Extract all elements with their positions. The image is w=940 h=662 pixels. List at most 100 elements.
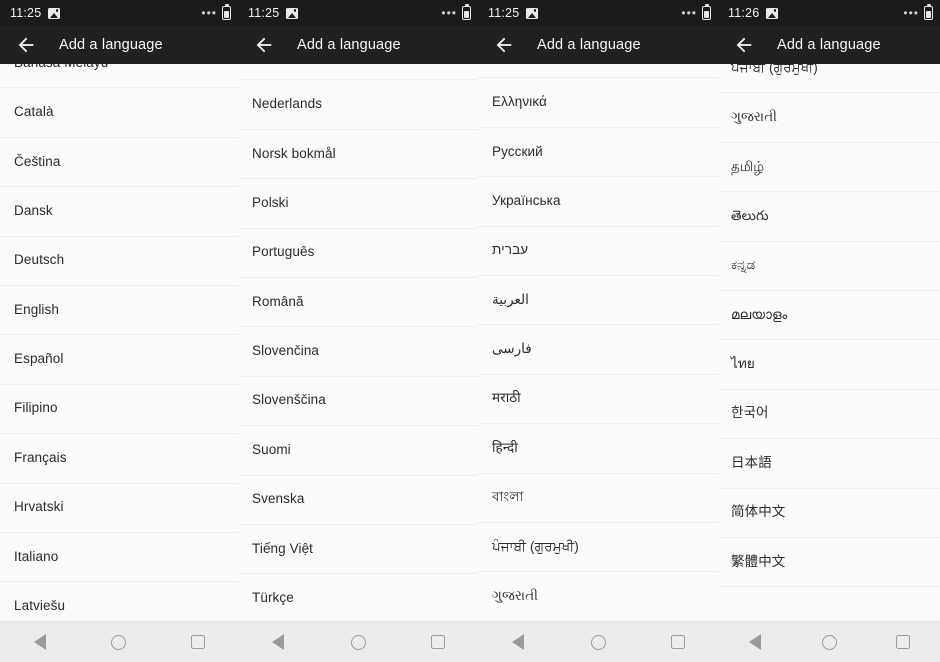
back-arrow-icon[interactable] bbox=[14, 33, 38, 57]
language-name: ਪੰਜਾਬੀ (ਗੁਰਮੁਖੀ) bbox=[492, 538, 579, 554]
language-list-item[interactable]: Français bbox=[0, 434, 238, 484]
language-list-item[interactable]: English bbox=[0, 285, 238, 336]
language-list-item[interactable]: Suomi bbox=[238, 426, 478, 476]
language-list-item[interactable]: 繁體中文 bbox=[718, 537, 940, 588]
nav-home-icon[interactable] bbox=[577, 625, 619, 659]
language-list-viewport[interactable]: Bahasa Melayu Català Čeština Dansk Deutsch En… bbox=[0, 64, 238, 621]
nav-back-icon[interactable] bbox=[257, 625, 299, 659]
image-icon bbox=[766, 7, 779, 19]
more-dots-icon: ••• bbox=[903, 6, 919, 20]
page-title: Add a language bbox=[537, 37, 641, 53]
language-name: Español bbox=[14, 351, 64, 367]
nav-recents-icon[interactable] bbox=[177, 625, 219, 659]
language-list-item[interactable]: Română bbox=[238, 277, 478, 328]
language-list-item[interactable]: Magyar bbox=[238, 64, 478, 81]
status-bar: 11:25 ••• bbox=[238, 0, 478, 26]
language-list-item[interactable]: ไทย bbox=[718, 340, 940, 390]
language-list-item[interactable]: Tiếng Việt bbox=[238, 524, 478, 575]
language-list-item[interactable]: Русский bbox=[478, 127, 718, 178]
language-list-viewport[interactable]: Türkçe Ελληνικά Русский Українська עברית العر… bbox=[478, 64, 718, 621]
language-name: తెలుగు bbox=[731, 207, 769, 223]
language-list-item[interactable]: Polski bbox=[238, 179, 478, 229]
nav-back-icon[interactable] bbox=[734, 625, 776, 659]
language-name: Ελληνικά bbox=[492, 94, 547, 110]
language-list-item[interactable]: Hrvatski bbox=[0, 483, 238, 533]
status-bar-clock: 11:26 bbox=[728, 6, 760, 20]
language-list-item[interactable]: Català bbox=[0, 88, 238, 138]
nav-back-icon[interactable] bbox=[497, 625, 539, 659]
language-list-item[interactable]: Українська bbox=[478, 177, 718, 227]
language-name: Français bbox=[14, 449, 67, 465]
language-list-item[interactable]: العربية bbox=[478, 275, 718, 326]
system-navigation-bar bbox=[718, 621, 940, 662]
nav-home-icon[interactable] bbox=[98, 625, 140, 659]
nav-recents-icon[interactable] bbox=[882, 625, 924, 659]
app-toolbar: Add a language bbox=[478, 26, 718, 64]
nav-recents-icon[interactable] bbox=[657, 625, 699, 659]
back-arrow-icon[interactable] bbox=[732, 33, 756, 57]
battery-icon bbox=[222, 6, 231, 20]
back-arrow-icon[interactable] bbox=[492, 33, 516, 57]
language-list-item[interactable]: Filipino bbox=[0, 384, 238, 435]
language-list-item[interactable]: Italiano bbox=[0, 532, 238, 583]
language-list-item[interactable]: Türkçe bbox=[238, 574, 478, 621]
language-list-item[interactable]: తెలుగు bbox=[718, 192, 940, 242]
language-list: ਪੰਜਾਬੀ (ਗੁਰਮੁਖੀ) ગુજરાતી தமிழ் తెలుగు ಕನ್ನಡ മ… bbox=[718, 64, 940, 588]
language-list-item[interactable]: Deutsch bbox=[0, 236, 238, 286]
language-list: Türkçe Ελληνικά Русский Українська עברית العر… bbox=[478, 64, 718, 621]
language-list-item[interactable]: Bahasa Melayu bbox=[0, 64, 238, 89]
battery-icon bbox=[462, 6, 471, 20]
back-arrow-icon[interactable] bbox=[252, 33, 276, 57]
language-list-item[interactable]: Slovenščina bbox=[238, 376, 478, 427]
language-list-item[interactable]: Norsk bokmål bbox=[238, 129, 478, 180]
language-list-item[interactable]: Latviešu bbox=[0, 582, 238, 621]
language-list-item[interactable]: Svenska bbox=[238, 475, 478, 525]
nav-home-glyph bbox=[111, 634, 127, 650]
language-list-item[interactable]: Nederlands bbox=[238, 80, 478, 130]
language-list-viewport[interactable]: Magyar Nederlands Norsk bokmål Polski Portug… bbox=[238, 64, 478, 621]
language-list-item[interactable]: ਪੰਜਾਬੀ (ਗੁਰਮੁਖੀ) bbox=[478, 522, 718, 573]
nav-home-glyph bbox=[821, 634, 837, 650]
language-list-item[interactable]: മലയാളം bbox=[718, 290, 940, 341]
language-list-item[interactable]: 日本語 bbox=[718, 439, 940, 489]
language-list-item[interactable]: Português bbox=[238, 228, 478, 278]
language-list: Bahasa Melayu Català Čeština Dansk Deutsch En… bbox=[0, 64, 238, 621]
nav-back-glyph bbox=[33, 634, 46, 650]
language-name: 简体中文 bbox=[731, 504, 786, 520]
language-name: Svenska bbox=[252, 491, 305, 507]
language-name: ಕನ್ನಡ bbox=[731, 257, 756, 273]
language-list-item[interactable]: मराठी bbox=[478, 374, 718, 425]
nav-recents-icon[interactable] bbox=[417, 625, 459, 659]
language-name: हिन्दी bbox=[492, 439, 518, 455]
language-name: English bbox=[14, 301, 59, 317]
page-title: Add a language bbox=[777, 37, 881, 53]
language-list-item[interactable]: Ελληνικά bbox=[478, 78, 718, 128]
phone-screenshot-3: 11:25 ••• Add a language Türkçe Ελληνικά Русс… bbox=[478, 0, 718, 662]
language-list-item[interactable]: עברית bbox=[478, 226, 718, 276]
language-list-item[interactable]: 한국어 bbox=[718, 389, 940, 440]
nav-home-icon[interactable] bbox=[808, 625, 850, 659]
language-name: Latviešu bbox=[14, 598, 66, 614]
language-list-item[interactable]: हिन्दी bbox=[478, 424, 718, 474]
language-list-item[interactable]: Slovenčina bbox=[238, 327, 478, 377]
language-list-item[interactable]: Español bbox=[0, 335, 238, 385]
nav-back-icon[interactable] bbox=[19, 625, 61, 659]
language-list-item[interactable]: Čeština bbox=[0, 137, 238, 188]
language-list-item[interactable]: தமிழ் bbox=[718, 142, 940, 193]
language-list-item[interactable]: Türkçe bbox=[478, 64, 718, 79]
language-list-item[interactable]: ગુજરાતી bbox=[718, 93, 940, 143]
language-list-item[interactable]: ਪੰਜਾਬੀ (ਗੁਰਮੁਖੀ) bbox=[718, 64, 940, 94]
phone-screenshot-2: 11:25 ••• Add a language Magyar Nederlands No… bbox=[238, 0, 478, 662]
language-list-item[interactable]: 简体中文 bbox=[718, 488, 940, 538]
language-list-viewport[interactable]: ਪੰਜਾਬੀ (ਗੁਰਮੁਖੀ) ગુજરાતી தமிழ் తెలుగు ಕನ್ನಡ മ… bbox=[718, 64, 940, 621]
language-list-item[interactable]: Dansk bbox=[0, 187, 238, 237]
image-icon bbox=[526, 7, 539, 19]
nav-home-icon[interactable] bbox=[337, 625, 379, 659]
language-list-item[interactable]: ગુજરાતી bbox=[478, 572, 718, 621]
language-list-item[interactable]: বাংলা bbox=[478, 473, 718, 523]
language-name: Deutsch bbox=[14, 252, 65, 268]
language-name: বাংলা bbox=[492, 489, 524, 505]
language-list-item[interactable]: ಕನ್ನಡ bbox=[718, 241, 940, 291]
language-list-item[interactable]: فارسی bbox=[478, 325, 718, 375]
language-name: Bahasa Melayu bbox=[14, 64, 108, 72]
